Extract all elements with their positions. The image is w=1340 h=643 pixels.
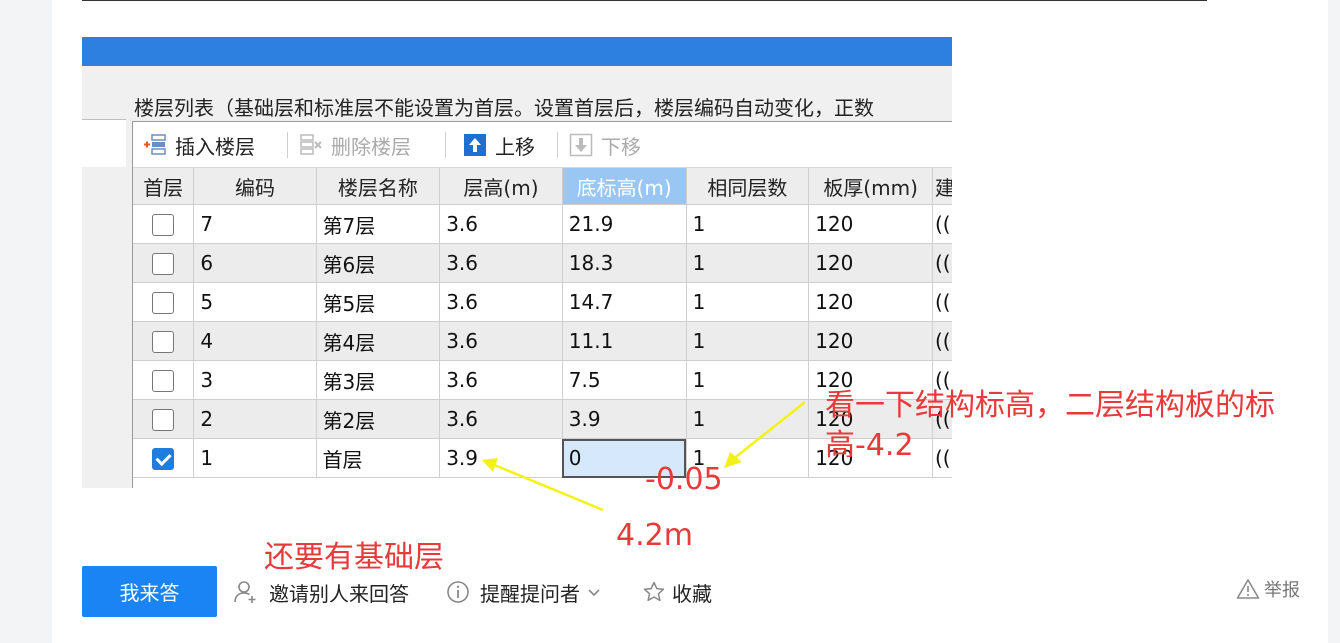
floor-name-cell[interactable]: 第7层: [316, 204, 441, 244]
same-floors-cell[interactable]: 1: [686, 399, 810, 439]
floor-code-cell[interactable]: 6: [193, 243, 317, 283]
same-floors-cell[interactable]: 1: [686, 282, 810, 322]
warning-icon: [1236, 579, 1260, 599]
truncated-cell[interactable]: ((: [932, 321, 952, 361]
info-icon: [447, 581, 469, 603]
table-row[interactable]: 7 第7层 3.6 21.9 1 120((: [133, 204, 952, 244]
truncated-cell[interactable]: ((: [932, 204, 952, 244]
floor-code-cell[interactable]: 5: [193, 282, 317, 322]
same-floors-cell[interactable]: 1: [686, 321, 810, 361]
move-up-button[interactable]: 上移: [463, 130, 535, 160]
same-floors-cell[interactable]: 1: [686, 243, 810, 283]
annotation-bottom-value: -0.05: [645, 462, 723, 497]
annotation-structure-note: 看一下结构标高，二层结构板的标: [825, 388, 1275, 423]
embedded-screenshot: 楼层列表（基础层和标准层不能设置为首层。设置首层后，楼层编码自动变化，正数 插入…: [82, 37, 952, 488]
column-header[interactable]: 板厚(mm): [808, 168, 933, 205]
annotation-height-value: 4.2m: [616, 518, 693, 553]
floor-height-cell[interactable]: 3.6: [439, 399, 563, 439]
truncated-cell[interactable]: ((: [932, 438, 952, 478]
delete-floor-icon: [299, 133, 323, 157]
left-pane: [82, 119, 126, 169]
annotation-foundation-note: 还要有基础层: [264, 540, 444, 575]
move-down-button[interactable]: 下移: [569, 130, 641, 160]
floor-code-cell[interactable]: 2: [193, 399, 317, 439]
first-floor-cell: [133, 243, 195, 283]
table-row[interactable]: 4 第4层 3.6 11.1 1 120((: [133, 321, 952, 361]
first-floor-checkbox[interactable]: [152, 448, 175, 471]
column-header[interactable]: 楼层名称: [316, 168, 441, 205]
same-floors-cell[interactable]: 1: [686, 360, 810, 400]
column-header[interactable]: 首层: [133, 168, 195, 205]
floor-name-cell[interactable]: 第3层: [316, 360, 441, 400]
floor-height-cell[interactable]: 3.6: [439, 204, 563, 244]
floor-name-cell[interactable]: 第6层: [316, 243, 441, 283]
floor-height-cell[interactable]: 3.6: [439, 321, 563, 361]
grid-toolbar: 插入楼层 删除楼层 上移 下移: [133, 122, 952, 168]
floor-code-cell[interactable]: 7: [193, 204, 317, 244]
slab-thickness-cell[interactable]: 120: [808, 243, 933, 283]
delete-floor-button[interactable]: 删除楼层: [299, 130, 411, 160]
annotation-structure-note-2: 高-4.2: [825, 428, 914, 463]
floor-height-cell[interactable]: 3.9: [439, 438, 563, 478]
floor-height-cell[interactable]: 3.6: [439, 243, 563, 283]
bottom-elevation-cell[interactable]: 7.5: [562, 360, 687, 400]
floor-height-cell[interactable]: 3.6: [439, 360, 563, 400]
floor-code-cell[interactable]: 1: [193, 438, 317, 478]
truncated-cell[interactable]: ((: [932, 243, 952, 283]
floor-name-cell[interactable]: 首层: [316, 438, 441, 478]
table-header: 首层 编码 楼层名称 层高(m) 底标高(m) 相同层数 板厚(mm) 建: [133, 168, 952, 205]
first-floor-cell: [133, 360, 195, 400]
answer-button[interactable]: 我来答: [82, 566, 217, 617]
bottom-elevation-cell[interactable]: 11.1: [562, 321, 687, 361]
floor-height-cell[interactable]: 3.6: [439, 282, 563, 322]
invite-answer-link[interactable]: 邀请别人来回答: [233, 576, 409, 608]
floor-name-cell[interactable]: 第2层: [316, 399, 441, 439]
first-floor-cell: [133, 282, 195, 322]
bottom-elevation-cell[interactable]: 18.3: [562, 243, 687, 283]
window-titlebar: [82, 37, 952, 66]
move-down-icon: [569, 133, 593, 157]
table-row[interactable]: 5 第5层 3.6 14.7 1 120((: [133, 282, 952, 322]
floor-name-cell[interactable]: 第5层: [316, 282, 441, 322]
report-link[interactable]: 举报: [1236, 574, 1300, 604]
remind-asker-link[interactable]: 提醒提问者: [446, 576, 602, 608]
slab-thickness-cell[interactable]: 120: [808, 321, 933, 361]
slab-thickness-cell[interactable]: 120: [808, 282, 933, 322]
floor-name-cell[interactable]: 第4层: [316, 321, 441, 361]
person-add-icon: [234, 581, 256, 603]
star-icon: [643, 581, 665, 602]
insert-floor-button[interactable]: 插入楼层: [143, 130, 255, 160]
first-floor-checkbox[interactable]: [152, 214, 175, 237]
same-floors-cell[interactable]: 1: [686, 204, 810, 244]
first-floor-checkbox[interactable]: [152, 370, 175, 393]
slab-thickness-cell[interactable]: 120: [808, 204, 933, 244]
first-floor-checkbox[interactable]: [152, 331, 175, 354]
chevron-down-icon: [588, 589, 600, 597]
insert-floor-icon: [143, 133, 167, 157]
column-header[interactable]: 编码: [193, 168, 317, 205]
column-header[interactable]: 层高(m): [439, 168, 563, 205]
divider: [82, 0, 1207, 1]
floor-code-cell[interactable]: 4: [193, 321, 317, 361]
first-floor-cell: [133, 321, 195, 361]
bottom-elevation-cell[interactable]: 3.9: [562, 399, 687, 439]
favorite-link[interactable]: 收藏: [642, 576, 712, 608]
column-header[interactable]: 建: [932, 168, 952, 205]
bottom-elevation-cell[interactable]: 14.7: [562, 282, 687, 322]
move-up-icon: [463, 133, 487, 157]
bottom-elevation-cell[interactable]: 21.9: [562, 204, 687, 244]
first-floor-checkbox[interactable]: [152, 409, 175, 432]
table-row[interactable]: 6 第6层 3.6 18.3 1 120((: [133, 243, 952, 283]
first-floor-cell: [133, 438, 195, 478]
first-floor-cell: [133, 399, 195, 439]
first-floor-cell: [133, 204, 195, 244]
floor-code-cell[interactable]: 3: [193, 360, 317, 400]
first-floor-checkbox[interactable]: [152, 253, 175, 276]
first-floor-checkbox[interactable]: [152, 292, 175, 315]
column-header-active[interactable]: 底标高(m): [562, 168, 687, 205]
truncated-cell[interactable]: ((: [932, 282, 952, 322]
panel-title: 楼层列表（基础层和标准层不能设置为首层。设置首层后，楼层编码自动变化，正数: [134, 96, 874, 120]
column-header[interactable]: 相同层数: [686, 168, 810, 205]
